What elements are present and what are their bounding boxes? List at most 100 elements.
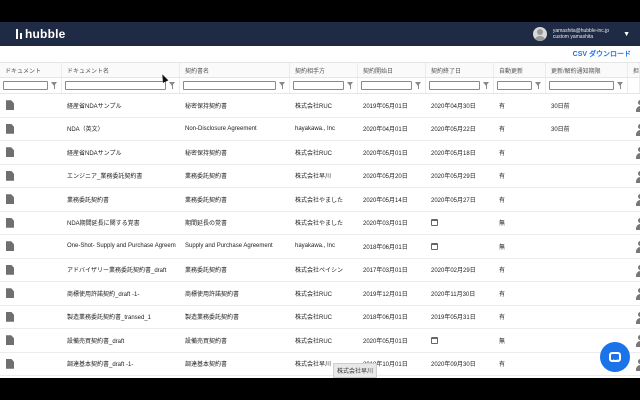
table-header: ドキュメント ドキュメント名 契約書名 契約相手方 契約開始日 契約終了日 自動更新 更新/解…	[0, 62, 640, 78]
person-icon[interactable]	[635, 358, 640, 371]
table-row[interactable]: 業務委託契約書 業務委託契約書 株式会社やました 2020年05月14日 2020年05…	[0, 188, 640, 212]
person-icon[interactable]	[635, 123, 640, 136]
assignee-cell	[628, 118, 640, 141]
table-row[interactable]: 製造業務委託契約書_transed_1 製造業務委託契約書 株式会社RUC 2018年…	[0, 306, 640, 329]
user-menu[interactable]: yamashita@hubble-inc.jp custom yamashita…	[532, 27, 630, 41]
document-icon[interactable]	[6, 335, 14, 346]
person-icon[interactable]	[635, 170, 640, 183]
logo[interactable]: hubble	[16, 27, 66, 41]
filter-input[interactable]	[497, 81, 532, 90]
table-row[interactable]: アドバイザリー業務委託契約書_draft 業務委託契約書 株式会社ペイシン 2017年…	[0, 259, 640, 282]
document-cell	[0, 141, 62, 164]
table-row[interactable]: エンジニア_業務委託契約書 業務委託契約書 株式会社早川 2020年05月20日 202…	[0, 165, 640, 188]
table-row[interactable]: NDA期間延長に関する覚書 期間延長の覚書 株式会社やました 2020年03月01日 無	[0, 212, 640, 235]
document-icon[interactable]	[6, 217, 14, 228]
calendar-icon[interactable]	[431, 336, 438, 344]
party-cell: 株式会社早川	[295, 174, 332, 181]
start-date-cell: 2020年05月01日	[363, 338, 408, 345]
party-cell: 株式会社RUC	[295, 291, 332, 298]
calendar-icon[interactable]	[431, 219, 438, 227]
start-date-cell: 2020年05月01日	[363, 150, 408, 157]
table-row[interactable]: NDA（英文） Non-Disclosure Agreement hayakawa.…	[0, 118, 640, 141]
filter-icon[interactable]	[617, 82, 624, 89]
column-header[interactable]: 自動更新	[494, 63, 546, 77]
filter-cell	[358, 78, 426, 93]
person-icon[interactable]	[635, 240, 640, 254]
table-row[interactable]: 設備売買契約書_draft 設備売買契約書 株式会社RUC 2020年05月01日 無	[0, 329, 640, 353]
document-name-cell: 製造業務委託契約書_transed_1	[67, 315, 152, 322]
auto-renew-cell: 有	[499, 150, 506, 157]
filter-input[interactable]	[65, 81, 166, 90]
table-row[interactable]: 経産省NDAサンプル 秘密保持契約書 株式会社RUC 2020年05月01日 2020年…	[0, 141, 640, 165]
filter-input[interactable]	[183, 81, 276, 90]
document-icon[interactable]	[6, 288, 14, 299]
chat-support-button[interactable]	[600, 342, 630, 372]
filter-icon[interactable]	[535, 82, 542, 89]
document-icon[interactable]	[6, 194, 14, 205]
end-date-cell: 2020年04月30日	[431, 103, 476, 110]
end-date-cell: 2020年05月18日	[431, 150, 476, 157]
document-name-cell: NDA（英文）	[67, 127, 104, 134]
column-header[interactable]: 契約書名	[180, 63, 290, 77]
document-cell	[0, 282, 62, 305]
document-icon[interactable]	[6, 358, 14, 369]
auto-renew-cell: 有	[499, 268, 506, 275]
table-row[interactable]: 経産省NDAサンプル 秘密保持契約書 株式会社RUC 2019年05月01日 2020年…	[0, 94, 640, 118]
person-icon[interactable]	[635, 264, 640, 277]
csv-download-button[interactable]: CSV ダウンロード	[573, 49, 631, 59]
table-row[interactable]: 調達基本契約書_draft -1- 調達基本契約書 株式会社早川 2018年10月01…	[0, 353, 640, 376]
document-icon[interactable]	[6, 100, 14, 111]
person-icon[interactable]	[635, 334, 640, 348]
filter-input[interactable]	[293, 81, 344, 90]
document-cell	[0, 165, 62, 188]
document-icon[interactable]	[6, 311, 14, 322]
filter-input[interactable]	[3, 81, 48, 90]
person-icon[interactable]	[635, 146, 640, 160]
column-header[interactable]: 更新/解約通知期限	[546, 63, 628, 77]
filter-input[interactable]	[429, 81, 480, 90]
filter-icon[interactable]	[415, 82, 422, 89]
filter-icon[interactable]	[347, 82, 354, 89]
party-cell: 株式会社RUC	[295, 338, 332, 345]
filter-icon[interactable]	[483, 82, 490, 89]
filter-input[interactable]	[361, 81, 412, 90]
table-row[interactable]: One-Shot- Supply and Purchase Agreem Supp…	[0, 235, 640, 259]
person-icon[interactable]	[635, 217, 640, 230]
table-row[interactable]: 商標使用許諾契約_draft -1- 商標使用許諾契約書 株式会社RUC 2019年1…	[0, 282, 640, 306]
person-icon[interactable]	[635, 193, 640, 207]
notice-cell	[546, 235, 628, 258]
document-icon[interactable]	[6, 264, 14, 275]
column-header[interactable]: 契約相手方	[290, 63, 358, 77]
caret-down-icon[interactable]: ▼	[623, 31, 630, 38]
filter-cell	[426, 78, 494, 93]
column-header[interactable]: 担	[628, 63, 640, 77]
column-header[interactable]: ドキュメント	[0, 63, 62, 77]
assignee-cell	[628, 94, 640, 117]
filter-cell	[628, 78, 640, 93]
document-icon[interactable]	[6, 123, 14, 134]
filter-icon[interactable]	[279, 82, 286, 89]
filter-icon[interactable]	[169, 82, 176, 89]
person-icon[interactable]	[635, 287, 640, 301]
logo-icon	[16, 29, 22, 39]
person-icon[interactable]	[635, 99, 640, 113]
filter-icon[interactable]	[51, 82, 58, 89]
filter-input[interactable]	[549, 81, 614, 90]
document-cell	[0, 188, 62, 211]
notice-cell	[546, 259, 628, 282]
document-icon[interactable]	[6, 170, 14, 181]
start-date-cell: 2020年04月01日	[363, 127, 408, 134]
document-cell	[0, 212, 62, 235]
calendar-icon[interactable]	[431, 242, 438, 250]
filter-cell	[0, 78, 62, 93]
auto-renew-cell: 有	[499, 315, 506, 322]
auto-renew-cell: 有	[499, 291, 506, 298]
auto-renew-cell: 有	[499, 127, 506, 134]
person-icon[interactable]	[635, 311, 640, 324]
column-header[interactable]: 契約終了日	[426, 63, 494, 77]
party-cell: 株式会社RUC	[295, 315, 332, 322]
column-header[interactable]: 契約開始日	[358, 63, 426, 77]
assignee-cell	[628, 329, 640, 352]
document-icon[interactable]	[6, 147, 14, 158]
document-icon[interactable]	[6, 241, 14, 252]
